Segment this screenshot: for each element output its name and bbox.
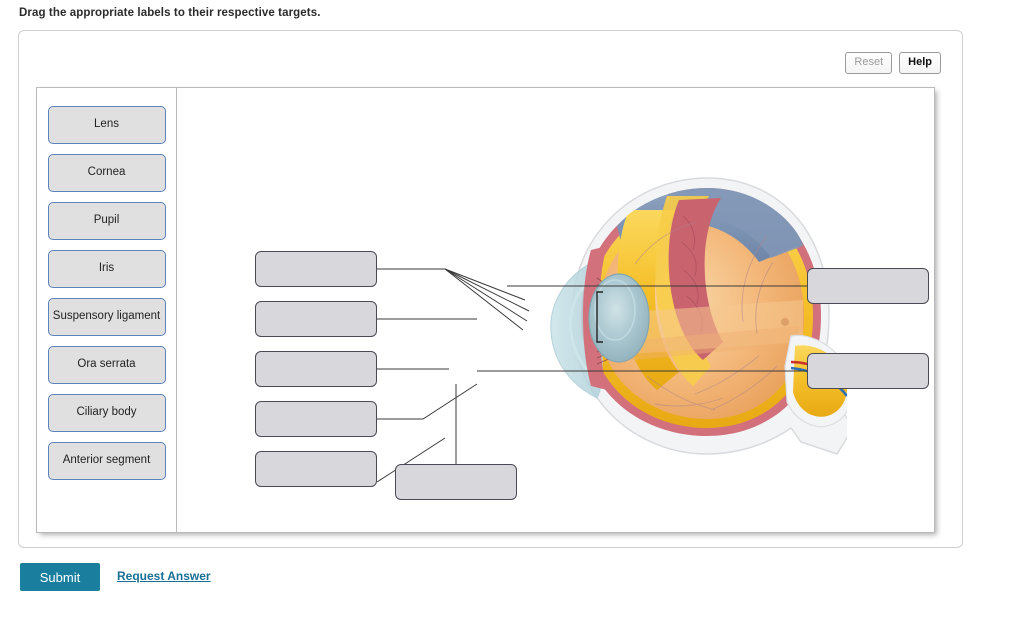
vitreous-humor	[598, 205, 804, 419]
request-answer-link[interactable]: Request Answer	[117, 569, 211, 583]
fovea	[781, 318, 789, 326]
label-chip-ora-serrata[interactable]: Ora serrata	[47, 346, 166, 384]
retinal-pigment-ring	[589, 196, 813, 428]
leader-left-4	[377, 383, 478, 420]
choroid-layer	[581, 188, 821, 436]
leader-fan-3	[444, 268, 528, 322]
label-chip-suspensory-ligament[interactable]: Suspensory ligament	[47, 298, 166, 336]
exercise-panel: Reset Help Lens Cornea Pupil Iris Suspen…	[18, 30, 963, 548]
drop-target-right-2[interactable]	[807, 353, 929, 389]
label-chip-pupil[interactable]: Pupil	[47, 202, 166, 240]
vitreous-band	[603, 300, 803, 356]
label-chip-anterior-segment[interactable]: Anterior segment	[47, 442, 166, 480]
zonule-fibers	[596, 277, 612, 365]
choroid-texture	[680, 215, 703, 333]
lens-shape	[588, 273, 650, 363]
cornea-highlight	[569, 272, 602, 384]
exercise-page: Drag the appropriate labels to their res…	[0, 0, 1024, 620]
lens-highlight	[594, 279, 636, 341]
page-title: Drag the appropriate labels to their res…	[19, 7, 321, 19]
leader-fan-1	[444, 268, 526, 301]
drop-target-right-1[interactable]	[807, 268, 929, 304]
drop-target-left-5[interactable]	[255, 451, 377, 487]
cornea-shape	[550, 261, 603, 399]
cut-surface	[617, 188, 803, 262]
drop-target-bottom[interactable]	[395, 464, 517, 500]
drop-target-left-1[interactable]	[255, 251, 377, 287]
vitreous-band-2	[615, 326, 799, 362]
retinal-vessels	[634, 221, 778, 411]
label-bank-list: Lens Cornea Pupil Iris Suspensory ligame…	[37, 106, 176, 480]
diagram-canvas	[177, 88, 936, 534]
choroid-fold	[668, 198, 723, 360]
reset-button[interactable]: Reset	[845, 52, 893, 74]
leader-fan-4	[444, 268, 524, 331]
label-chip-ciliary-body[interactable]: Ciliary body	[47, 394, 166, 432]
workspace: Lens Cornea Pupil Iris Suspensory ligame…	[36, 87, 935, 533]
submit-button[interactable]: Submit	[20, 563, 100, 591]
label-chip-iris[interactable]: Iris	[47, 250, 166, 288]
drop-target-left-4[interactable]	[255, 401, 377, 437]
ciliary-fold-inner	[655, 196, 711, 386]
sclera-shape	[571, 177, 847, 455]
globe-interior	[603, 188, 803, 411]
cut-surface-upper	[667, 188, 803, 258]
eye-diagram	[550, 177, 847, 455]
ciliary-body-bracket	[596, 291, 603, 343]
label-bank: Lens Cornea Pupil Iris Suspensory ligame…	[37, 88, 177, 532]
drop-target-left-2[interactable]	[255, 301, 377, 337]
drop-target-left-3[interactable]	[255, 351, 377, 387]
help-button[interactable]: Help	[899, 52, 941, 74]
toolbar: Reset Help	[845, 52, 941, 74]
iris-ring	[583, 246, 607, 390]
label-chip-lens[interactable]: Lens	[47, 106, 166, 144]
label-chip-cornea[interactable]: Cornea	[47, 154, 166, 192]
leader-fan-2	[444, 268, 530, 312]
ciliary-fold	[617, 210, 679, 390]
